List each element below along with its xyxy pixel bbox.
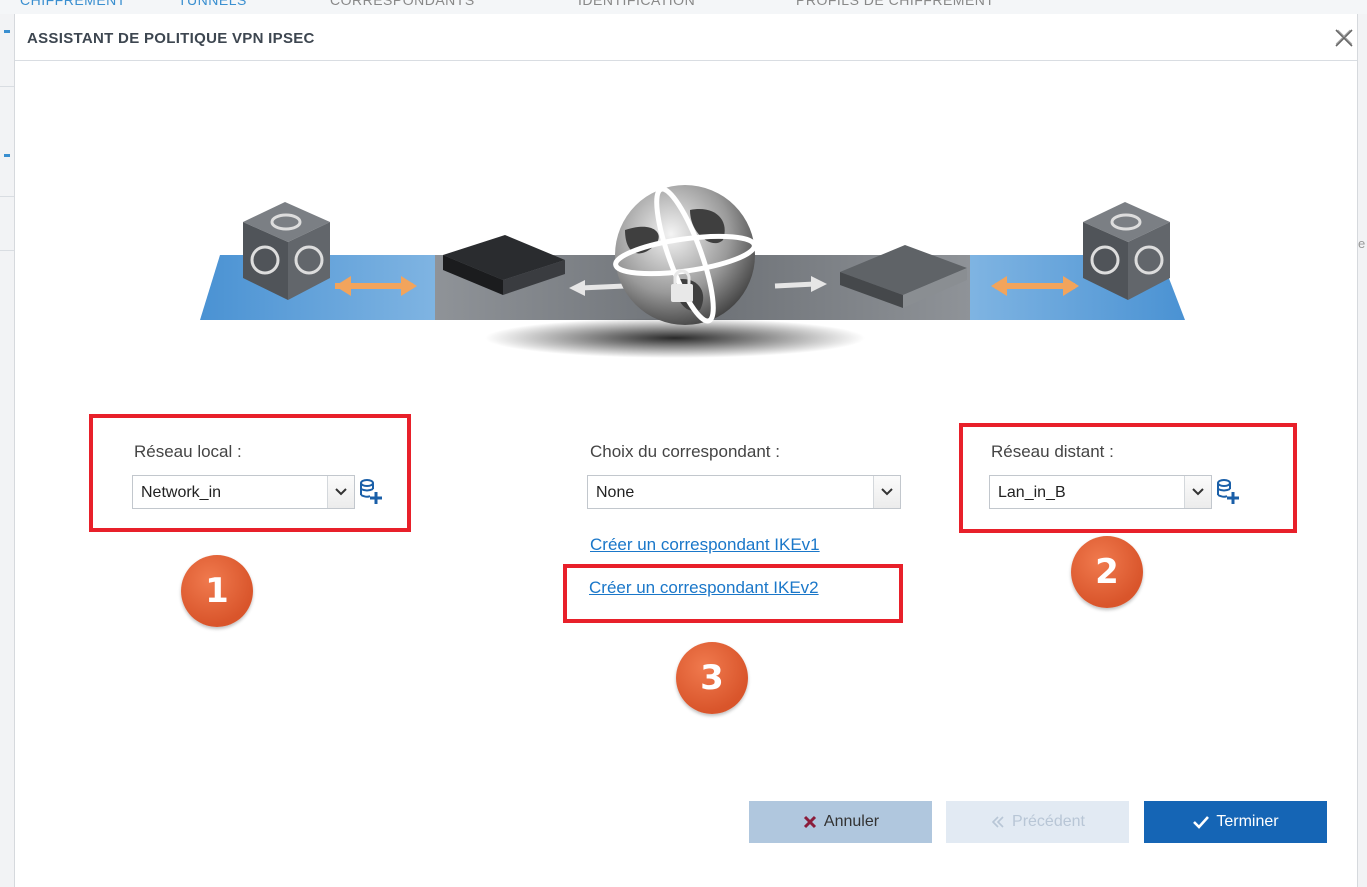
remote-network-label: Réseau distant :: [991, 442, 1114, 461]
dialog-header: ASSISTANT DE POLITIQUE VPN IPSEC: [15, 14, 1357, 61]
step-badge-2: 2: [1071, 536, 1143, 608]
checkmark-icon: [1193, 816, 1210, 829]
bg-tab-correspondants: CORRESPONDANTS: [330, 0, 475, 8]
previous-button[interactable]: Précédent: [946, 801, 1129, 843]
add-network-object-button[interactable]: [359, 478, 383, 506]
double-chevron-left-icon: [991, 816, 1004, 828]
cross-icon: [803, 815, 816, 829]
add-object-icon: [1217, 479, 1239, 504]
cancel-button[interactable]: Annuler: [749, 801, 932, 843]
create-ikev2-peer-link[interactable]: Créer un correspondant IKEv2: [589, 578, 819, 598]
step-badge-3: 3: [676, 642, 748, 714]
close-button[interactable]: [1333, 27, 1355, 49]
dialog-title: ASSISTANT DE POLITIQUE VPN IPSEC: [27, 30, 315, 47]
bg-tab-identification: IDENTIFICATION: [578, 0, 696, 8]
vpn-topology-illustration: [200, 185, 1185, 358]
bg-tab-chiffrement: CHIFFREMENT: [20, 0, 126, 8]
dropdown-arrow-icon[interactable]: [873, 476, 900, 508]
bg-tab-profils: PROFILS DE CHIFFREMENT: [796, 0, 995, 8]
peer-value: None: [596, 484, 635, 501]
remote-network-select[interactable]: Lan_in_B: [989, 475, 1212, 509]
local-network-select[interactable]: Network_in: [132, 475, 355, 509]
background-left-strip: [0, 14, 14, 887]
add-object-icon: [360, 479, 382, 504]
local-network-label: Réseau local :: [134, 442, 242, 461]
lock-icon: [671, 284, 693, 302]
local-network-value: Network_in: [141, 484, 222, 501]
remote-network-value: Lan_in_B: [998, 484, 1066, 501]
background-right-strip: e: [1358, 14, 1367, 887]
step-badge-1: 1: [181, 555, 253, 627]
peer-select[interactable]: None: [587, 475, 901, 509]
dropdown-arrow-icon[interactable]: [1184, 476, 1211, 508]
finish-button[interactable]: Terminer: [1144, 801, 1327, 843]
background-tab-bar: CHIFFREMENT TUNNELS CORRESPONDANTS IDENT…: [0, 0, 1367, 14]
add-network-object-button[interactable]: [1216, 478, 1240, 506]
create-ikev1-peer-link[interactable]: Créer un correspondant IKEv1: [590, 535, 820, 555]
close-icon: [1335, 29, 1353, 47]
previous-label: Précédent: [1012, 813, 1085, 830]
bg-tab-tunnels: TUNNELS: [178, 0, 247, 8]
finish-label: Terminer: [1216, 813, 1279, 830]
peer-label: Choix du correspondant :: [590, 442, 780, 461]
cancel-label: Annuler: [823, 813, 880, 830]
highlight-local-network: [89, 414, 411, 532]
dropdown-arrow-icon[interactable]: [327, 476, 354, 508]
